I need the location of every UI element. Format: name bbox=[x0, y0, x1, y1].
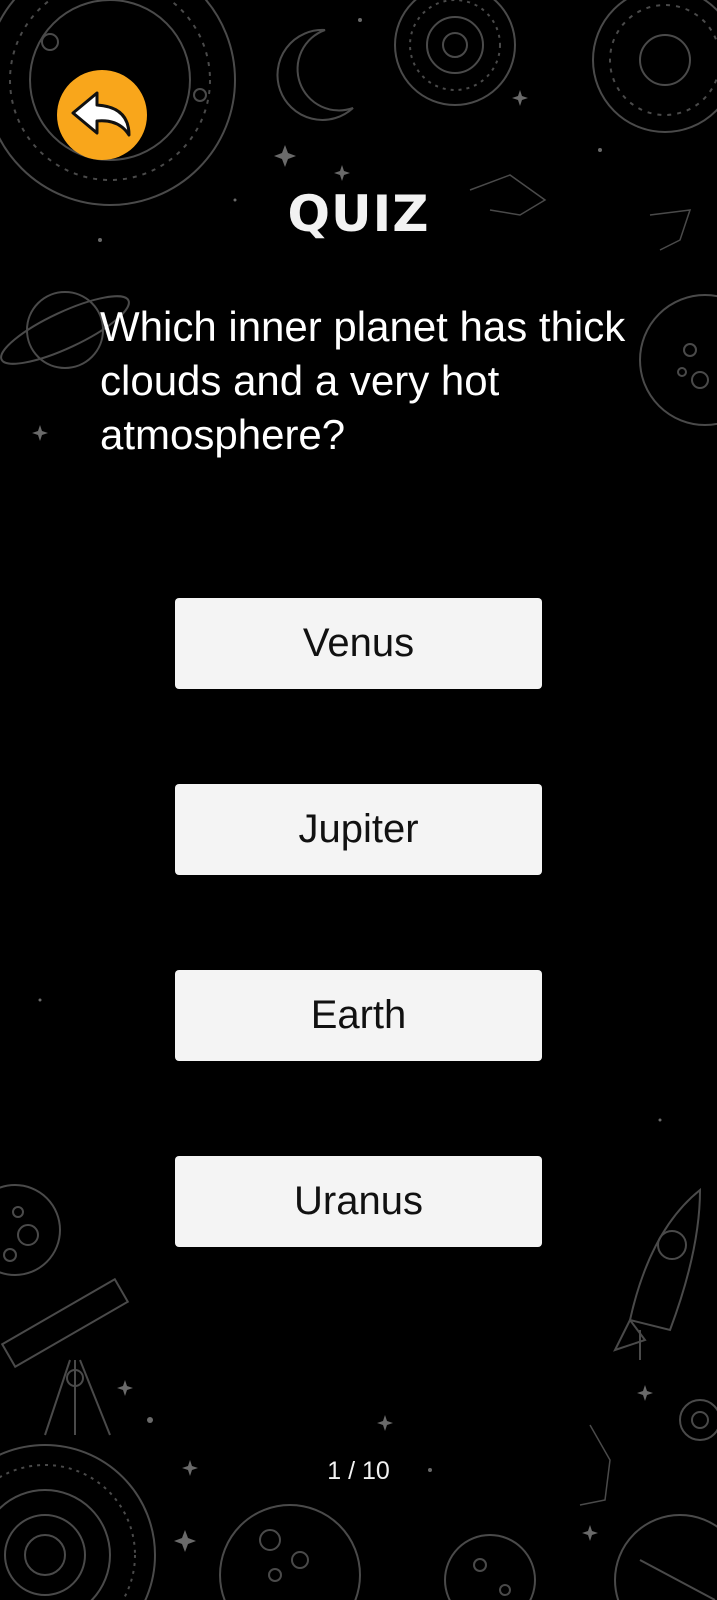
planet-icon bbox=[592, 0, 717, 133]
planet-icon bbox=[219, 1504, 361, 1600]
back-button[interactable] bbox=[57, 70, 147, 160]
answer-button-venus[interactable]: Venus bbox=[175, 598, 542, 689]
answer-button-earth[interactable]: Earth bbox=[175, 970, 542, 1061]
rocket-icon bbox=[613, 1187, 702, 1360]
back-arrow-icon bbox=[71, 91, 131, 137]
planet-icon bbox=[0, 1184, 61, 1276]
planet-rings-icon bbox=[394, 0, 516, 106]
page-title: QUIZ bbox=[287, 185, 430, 243]
gear-icon bbox=[679, 1399, 717, 1441]
answer-button-jupiter[interactable]: Jupiter bbox=[175, 784, 542, 875]
planet-icon bbox=[444, 1534, 536, 1600]
question-progress: 1 / 10 bbox=[327, 1457, 390, 1485]
question-text: Which inner planet has thick clouds and … bbox=[100, 303, 626, 458]
answer-button-uranus[interactable]: Uranus bbox=[175, 1156, 542, 1247]
telescope-icon bbox=[0, 1277, 130, 1436]
compass-icon bbox=[614, 1514, 717, 1600]
moon-icon bbox=[276, 28, 354, 121]
